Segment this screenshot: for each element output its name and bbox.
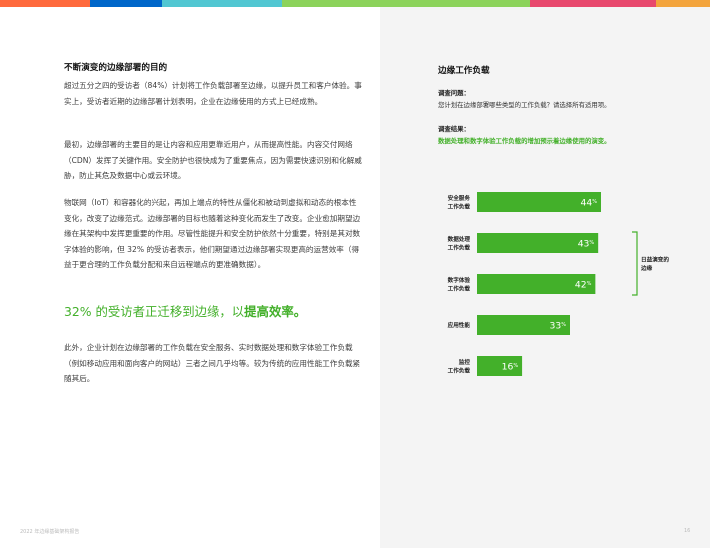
paragraph-4: 此外，企业计划在边缘部署的工作负载在安全服务、实时数据处理和数字体验工作负载（例…: [64, 343, 361, 384]
highlight-statement: 32% 的受访者正迁移到边缘，以提高效率。: [64, 303, 364, 321]
question-text: 您计划在边缘部署哪些类型的工作负载？请选择所有适用项。: [438, 101, 611, 109]
chart-bars: 44%安全服务工作负载43%数据处理工作负载42%数字体验工作负载33%应用性能…: [448, 192, 669, 376]
paragraph-2: 最初，边缘部署的主要目的是让内容和应用更靠近用户，从而提高性能。内容交付网络（C…: [64, 140, 362, 181]
highlight-bold: 提高效率。: [244, 304, 307, 319]
category-label-4: 监控工作负载: [448, 358, 471, 375]
top-bar-seg-teal: [162, 0, 282, 7]
annotation-label: 日益演变的边缘: [640, 256, 669, 273]
question-label: 调查问题：: [438, 89, 470, 97]
top-color-bar: [0, 0, 710, 7]
page-number: 16: [684, 528, 691, 534]
category-label-3: 应用性能: [448, 321, 471, 329]
top-bar-seg-green: [282, 0, 530, 7]
section-title: 不断演变的边缘部署的目的: [64, 63, 168, 73]
top-bar-seg-pink: [530, 0, 656, 7]
result-label: 调查结果：: [438, 125, 470, 133]
highlight-prefix: 32% 的受访者正迁移到边缘，以: [64, 304, 245, 319]
annotation-bracket: [632, 231, 638, 296]
workload-bar-chart: 44%安全服务工作负载43%数据处理工作负载42%数字体验工作负载33%应用性能…: [448, 192, 669, 376]
category-label-0: 安全服务工作负载: [448, 194, 471, 211]
top-bar-seg-yellow: [656, 0, 710, 7]
paragraph-1: 超过五分之四的受访者（84%）计划将工作负载部署至边缘，以提升员工和客户体验。事…: [64, 81, 362, 106]
top-bar-seg-blue: [90, 0, 162, 7]
top-bar-seg-orange: [0, 0, 90, 7]
paragraph-3: 物联网（IoT）和容器化的兴起，再加上端点的特性从僵化和被动到虚拟和动态的根本性…: [64, 198, 361, 270]
category-label-1: 数据处理工作负载: [448, 235, 471, 252]
footer-report-title: 2022 年边缘基础架构报告: [20, 529, 80, 535]
result-text: 数据处理和数字体验工作负载的增加预示着边缘使用的演变。: [438, 137, 611, 145]
category-label-2: 数字体验工作负载: [448, 276, 471, 293]
chart-section-title: 边缘工作负载: [438, 66, 490, 76]
